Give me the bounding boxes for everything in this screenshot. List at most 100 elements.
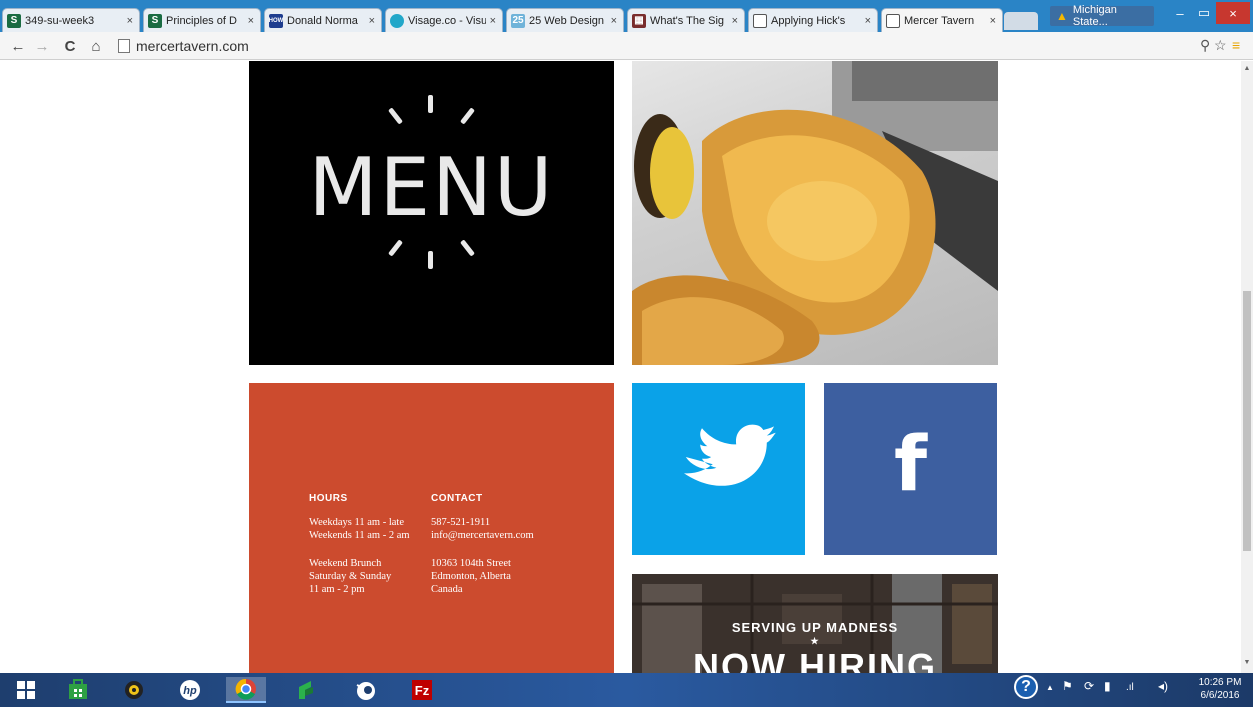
tab-applying-hicks[interactable]: Applying Hick's ×	[748, 8, 878, 32]
webcam-icon[interactable]	[120, 677, 148, 703]
show-hidden-icons-arrow[interactable]: ▲	[1046, 683, 1054, 692]
forward-button[interactable]: →	[32, 36, 52, 56]
chrome-menu-icon[interactable]: ≡	[1232, 37, 1240, 53]
scroll-down-arrow[interactable]: ▼	[1243, 659, 1251, 666]
tab-close-icon[interactable]: ×	[990, 15, 996, 27]
clock-date: 6/6/2016	[1200, 690, 1240, 701]
feedly-icon[interactable]	[292, 677, 320, 703]
weekend-hours: Weekends 11 am - 2 am	[309, 530, 410, 541]
menu-heading: MENU	[308, 141, 555, 234]
tab-close-icon[interactable]: ×	[127, 15, 133, 27]
action-center-flag-icon[interactable]: ⚑	[1062, 679, 1073, 693]
scrollbar-thumb[interactable]	[1243, 291, 1251, 551]
address-bar[interactable]: mercertavern.com	[118, 35, 1198, 57]
email-link[interactable]: info@mercertavern.com	[431, 529, 534, 542]
grid-icon: ▦	[632, 13, 646, 28]
page-viewport: MENU HOURS Weekdays 11 am - late Weekend…	[0, 61, 1241, 673]
signal-strength-icon[interactable]: .ıl	[1126, 682, 1134, 693]
phone-link[interactable]: 587-521-1911	[431, 516, 490, 529]
tab-title: What's The Sig	[650, 14, 725, 27]
svg-text:Fz: Fz	[415, 683, 430, 698]
menu-tile[interactable]: MENU	[249, 61, 614, 365]
reload-button[interactable]: C	[60, 36, 80, 56]
facebook-icon: f	[893, 419, 928, 508]
tab-25-web-design[interactable]: 25 25 Web Design ×	[506, 8, 624, 32]
visage-icon	[390, 13, 404, 28]
how-site-icon: HOW	[269, 13, 283, 28]
volume-icon[interactable]: ◂)	[1158, 679, 1168, 693]
svg-text:hp: hp	[183, 685, 197, 697]
zoom-icon[interactable]: ⚲	[1200, 37, 1210, 54]
address-city: Edmonton, Alberta	[431, 571, 511, 582]
hours-contact-tile: HOURS Weekdays 11 am - late Weekends 11 …	[249, 383, 614, 673]
store-icon[interactable]	[64, 677, 92, 703]
burst-ray	[428, 95, 433, 113]
windows-taskbar: hp Fz ? ▲ ⚑ ⟳ ▮ .ıl ◂) 10:26 PM 6/6/2016	[0, 673, 1253, 707]
tab-title: 349-su-week3	[25, 14, 95, 27]
screen: S 349-su-week3 × S Principles of D × HOW…	[0, 0, 1253, 707]
tab-visage[interactable]: Visage.co - Visu ×	[385, 8, 503, 32]
twitter-bird-icon	[684, 424, 776, 486]
profile-name: Michigan State...	[1072, 4, 1117, 28]
hp-icon[interactable]: hp	[176, 677, 204, 703]
close-window-button[interactable]: ×	[1216, 2, 1250, 24]
facebook-tile[interactable]: f	[824, 383, 997, 555]
battery-icon[interactable]: ▮	[1104, 679, 1111, 693]
tab-whats-the-sig[interactable]: ▦ What's The Sig ×	[627, 8, 745, 32]
tab-close-icon[interactable]: ×	[369, 15, 375, 27]
burst-ray	[387, 107, 404, 125]
warning-icon: ▲	[1056, 9, 1068, 23]
system-clock[interactable]: 10:26 PM 6/6/2016	[1192, 676, 1248, 702]
profile-badge[interactable]: ▲ Michigan State...	[1050, 4, 1154, 28]
tab-donald-norman[interactable]: HOW Donald Norma ×	[264, 8, 382, 32]
now-hiring-tile[interactable]: SERVING UP MADNESS ★ NOW HIRING	[632, 574, 998, 673]
new-tab-button[interactable]	[1004, 12, 1038, 30]
minimize-button[interactable]: –	[1168, 2, 1192, 24]
twitter-tile[interactable]	[632, 383, 805, 555]
now-hiring-heading: NOW HIRING	[693, 646, 937, 673]
tab-title: Mercer Tavern	[904, 14, 975, 27]
tab-close-icon[interactable]: ×	[490, 15, 496, 27]
weekday-hours: Weekdays 11 am - late	[309, 517, 404, 528]
tab-349-su-week3[interactable]: S 349-su-week3 ×	[2, 8, 140, 32]
web-design-icon: 25	[511, 13, 525, 28]
burst-ray	[459, 107, 476, 125]
tab-title: 25 Web Design	[529, 14, 605, 27]
filezilla-icon[interactable]: Fz	[408, 677, 436, 703]
help-icon[interactable]: ?	[1014, 675, 1038, 699]
page-icon	[118, 39, 130, 53]
tab-close-icon[interactable]: ×	[732, 15, 738, 27]
maximize-button[interactable]: ▭	[1192, 2, 1216, 24]
brunch-time: 11 am - 2 pm	[309, 584, 365, 595]
brunch-title: Weekend Brunch	[309, 558, 382, 569]
tab-principles-of-design[interactable]: S Principles of D ×	[143, 8, 261, 32]
tab-close-icon[interactable]: ×	[611, 15, 617, 27]
vertical-scrollbar[interactable]: ▲ ▼	[1241, 61, 1253, 673]
chrome-taskbar-icon[interactable]	[226, 677, 266, 703]
serving-up-madness-text: SERVING UP MADNESS	[731, 620, 899, 635]
burst-ray	[428, 251, 433, 269]
burst-ray	[459, 239, 476, 257]
url-text: mercertavern.com	[136, 38, 249, 54]
tab-title: Visage.co - Visu	[408, 14, 486, 27]
tab-title: Principles of D	[166, 14, 237, 27]
clock-time: 10:26 PM	[1198, 677, 1242, 688]
tab-title: Applying Hick's	[771, 14, 846, 27]
home-button[interactable]: ⌂	[86, 36, 106, 56]
sync-icon[interactable]: ⟳	[1084, 679, 1094, 693]
tab-mercer-tavern[interactable]: Mercer Tavern ×	[881, 8, 1003, 32]
browser-tab-strip: S 349-su-week3 × S Principles of D × HOW…	[0, 0, 1253, 32]
back-button[interactable]: ←	[8, 36, 28, 56]
hours-heading: HOURS	[309, 493, 348, 504]
tab-close-icon[interactable]: ×	[248, 15, 254, 27]
contact-heading: CONTACT	[431, 493, 483, 504]
scroll-up-arrow[interactable]: ▲	[1243, 65, 1251, 72]
address-street: 10363 104th Street	[431, 558, 511, 569]
food-illustration	[632, 61, 998, 365]
tab-close-icon[interactable]: ×	[865, 15, 871, 27]
bookmark-star-icon[interactable]: ☆	[1214, 37, 1227, 54]
page-icon	[886, 13, 900, 28]
browser-toolbar: ← → C ⌂ mercertavern.com ⚲ ☆ ≡	[0, 32, 1253, 60]
windows-start-icon[interactable]	[12, 677, 40, 703]
cyberduck-icon[interactable]	[352, 677, 380, 703]
